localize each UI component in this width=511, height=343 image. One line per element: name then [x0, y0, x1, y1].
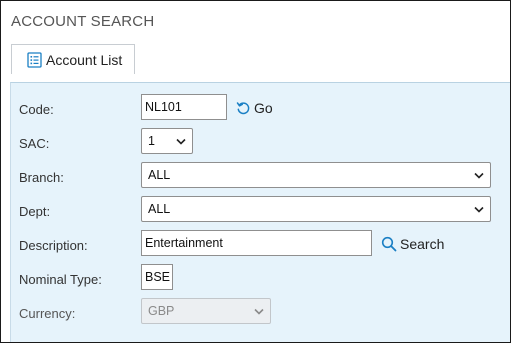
chevron-down-icon	[474, 206, 484, 213]
description-input[interactable]: Entertainment	[141, 230, 372, 256]
branch-select[interactable]: ALL	[141, 162, 491, 188]
description-label: Description:	[19, 238, 88, 253]
page-title: ACCOUNT SEARCH	[11, 13, 155, 30]
branch-select-value: ALL	[148, 168, 171, 182]
currency-label: Currency:	[19, 306, 76, 321]
currency-select-value: GBP	[148, 304, 175, 318]
search-icon	[381, 236, 397, 252]
sac-select[interactable]: 1	[141, 128, 193, 154]
list-icon	[27, 51, 42, 68]
nominal-type-label: Nominal Type:	[19, 272, 102, 287]
code-label: Code:	[19, 102, 54, 117]
tab-account-list-label: Account List	[46, 51, 123, 68]
refresh-icon	[236, 101, 250, 114]
currency-select: GBP	[141, 298, 271, 324]
dept-select-value: ALL	[148, 202, 171, 216]
nominal-type-input[interactable]: BSE	[141, 264, 173, 290]
go-button[interactable]: Go	[236, 100, 273, 116]
branch-label: Branch:	[19, 170, 64, 185]
search-button[interactable]: Search	[381, 236, 444, 252]
go-button-label: Go	[254, 100, 273, 116]
chevron-down-icon	[474, 172, 484, 179]
search-button-label: Search	[400, 236, 445, 252]
dept-select[interactable]: ALL	[141, 196, 491, 222]
account-search-window: ACCOUNT SEARCH Account List Code: NL101 …	[0, 0, 511, 343]
sac-label: SAC:	[19, 136, 50, 151]
tab-account-list[interactable]: Account List	[11, 44, 135, 74]
chevron-down-icon	[176, 138, 186, 145]
dept-label: Dept:	[19, 204, 51, 219]
code-input[interactable]: NL101	[141, 94, 227, 120]
chevron-down-icon	[254, 308, 264, 315]
sac-select-value: 1	[148, 134, 155, 148]
